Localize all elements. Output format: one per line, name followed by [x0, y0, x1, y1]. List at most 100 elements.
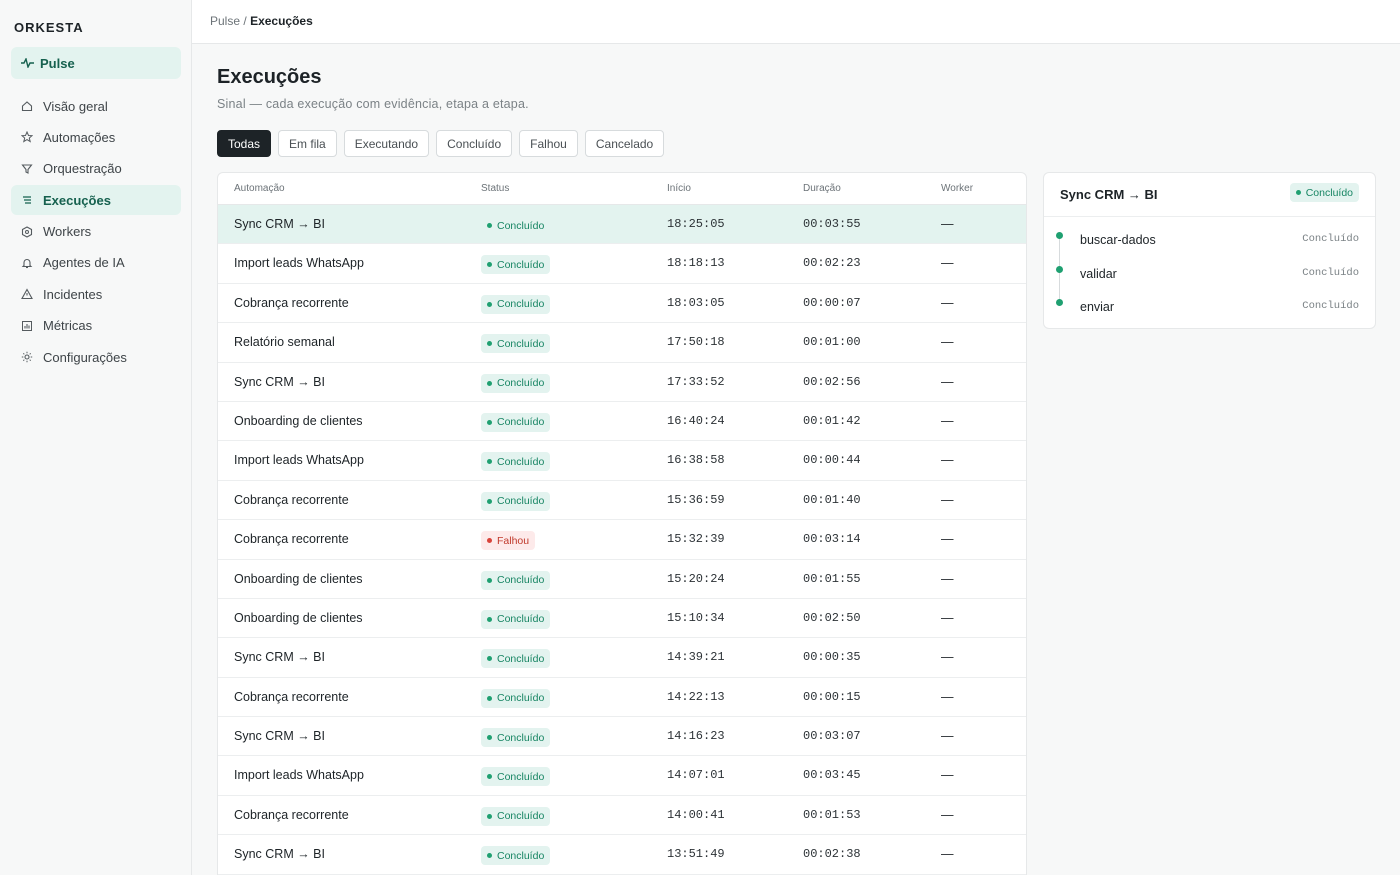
sidebar-item-orquestracao[interactable]: Orquestração [11, 154, 181, 184]
cell-status: Concluído [481, 491, 551, 511]
cell-worker: — [941, 689, 954, 704]
cell-automacao: Cobrança recorrente [234, 492, 349, 507]
status-dot-icon [487, 341, 492, 347]
filter-button[interactable]: Falhou [519, 130, 578, 157]
table-row[interactable]: Sync CRM → BI Concluído 13:51:49 00:02:38 — [218, 835, 1026, 875]
sidebar-item-visao-geral[interactable]: Visão geral [11, 91, 181, 121]
cell-inicio: 15:32:39 [667, 532, 725, 547]
filter-button[interactable]: Todas [217, 130, 272, 157]
step-item[interactable]: enviar Concluído [1044, 284, 1375, 318]
table-row[interactable]: Onboarding de clientes Concluído 15:20:24 0… [218, 560, 1026, 599]
pulse-button[interactable]: Pulse [11, 47, 181, 79]
step-name: enviar [1080, 300, 1115, 314]
status-label: Concluído [497, 337, 545, 350]
sidebar-item-label: Workers [43, 224, 92, 240]
status-badge: Concluído [481, 688, 551, 708]
status-dot-icon [1295, 190, 1301, 195]
sidebar-item-label: Execuções [43, 192, 111, 208]
star-icon [21, 131, 33, 144]
step-dot-icon [1056, 299, 1063, 306]
table-row[interactable]: Sync CRM → BI Concluído 18:25:05 00:03:55 — [218, 205, 1026, 245]
table-row[interactable]: Cobrança recorrente Concluído 14:00:41 00:0… [218, 796, 1026, 836]
table-row[interactable]: Sync CRM → BI Concluído 17:33:52 00:02:56 — [218, 363, 1026, 402]
status-dot-icon [487, 380, 492, 386]
cell-inicio: 15:36:59 [667, 492, 725, 507]
table-row[interactable]: Relatório semanal Concluído 17:50:18 00:01:… [218, 323, 1026, 363]
header-inicio[interactable]: Início [667, 183, 691, 194]
status-badge: Concluído [481, 609, 551, 629]
cell-status: Concluído [481, 846, 551, 866]
sidebar-item-label: Configurações [43, 349, 127, 365]
sidebar-item-automacoes[interactable]: Automações [11, 122, 181, 152]
filter-icon [21, 163, 33, 175]
status-dot-icon [487, 735, 492, 741]
sidebar-item-label: Orquestração [43, 161, 122, 177]
table-row[interactable]: Onboarding de clientes Concluído 16:40:24 0… [218, 402, 1026, 442]
cell-inicio: 14:00:41 [667, 807, 725, 822]
status-badge: Concluído [481, 491, 551, 511]
sidebar-item-agentes-de-ia[interactable]: Agentes de IA [11, 248, 181, 278]
table-row[interactable]: Import leads WhatsApp Concluído 16:38:58 00… [218, 441, 1026, 481]
sidebar-item-incidentes[interactable]: Incidentes [11, 279, 181, 309]
cell-worker: — [941, 256, 954, 271]
status-dot-icon [487, 498, 492, 504]
table-row[interactable]: Sync CRM → BI Concluído 14:16:23 00:03:07 — [218, 717, 1026, 757]
execution-detail-panel: Sync CRM → BI Concluído buscar-dados Conc… [1043, 172, 1376, 329]
cell-inicio: 14:16:23 [667, 729, 725, 744]
cell-automacao: Import leads WhatsApp [234, 453, 364, 468]
status-label: Concluído [497, 377, 545, 390]
cell-worker: — [941, 532, 954, 547]
header-status[interactable]: Status [481, 183, 509, 194]
table-row[interactable]: Cobrança recorrente Falhou 15:32:39 00:03:1… [218, 520, 1026, 560]
table-row[interactable]: Cobrança recorrente Concluído 15:36:59 00:0… [218, 481, 1026, 521]
header-worker[interactable]: Worker [941, 183, 973, 194]
status-label: Concluído [497, 574, 545, 587]
filter-button[interactable]: Executando [343, 130, 430, 157]
header-automacao[interactable]: Automação [234, 183, 285, 194]
sidebar-item-workers[interactable]: Workers [11, 217, 181, 247]
status-badge: Concluído [481, 216, 551, 235]
cell-worker: — [941, 217, 954, 231]
cell-worker: — [941, 807, 954, 822]
header-duracao[interactable]: Duração [803, 183, 841, 194]
step-dot-icon [1056, 265, 1063, 273]
step-item[interactable]: buscar-dados Concluído [1044, 217, 1375, 251]
cell-automacao: Cobrança recorrente [234, 689, 349, 704]
cell-automacao: Cobrança recorrente [234, 295, 349, 310]
cell-status: Concluído [481, 806, 551, 826]
filter-button[interactable]: Em fila [278, 130, 337, 157]
step-item[interactable]: validar Concluído [1044, 251, 1375, 285]
cell-automacao: Sync CRM → BI [234, 729, 325, 744]
cell-status: Concluído [481, 373, 551, 393]
cell-duracao: 00:01:53 [803, 807, 861, 822]
sidebar-item-metricas[interactable]: Métricas [11, 311, 181, 341]
filter-button[interactable]: Concluído [436, 130, 513, 157]
table-row[interactable]: Sync CRM → BI Concluído 14:39:21 00:00:35 — [218, 638, 1026, 678]
table-row[interactable]: Import leads WhatsApp Concluído 18:18:13 00… [218, 244, 1026, 284]
step-name: validar [1080, 266, 1117, 281]
cell-duracao: 00:02:23 [803, 256, 861, 271]
status-badge: Concluído [481, 373, 551, 393]
status-badge: Concluído [481, 452, 551, 472]
cell-automacao: Sync CRM → BI [234, 374, 325, 389]
cell-duracao: 00:02:56 [803, 374, 861, 389]
sidebar-item-configuracoes[interactable]: Configurações [11, 342, 181, 372]
bell-icon [21, 257, 33, 269]
table-row[interactable]: Onboarding de clientes Concluído 15:10:34 0… [218, 599, 1026, 639]
warning-icon [21, 288, 33, 300]
filter-button[interactable]: Cancelado [584, 130, 665, 157]
table-row[interactable]: Cobrança recorrente Concluído 14:22:13 00:0… [218, 678, 1026, 718]
table-row[interactable]: Import leads WhatsApp Concluído 14:07:01 00… [218, 756, 1026, 796]
sidebar-item-execucoes[interactable]: Execuções [11, 185, 181, 216]
table-row[interactable]: Cobrança recorrente Concluído 18:03:05 00:0… [218, 284, 1026, 324]
status-dot-icon [487, 459, 492, 465]
cell-duracao: 00:02:50 [803, 610, 861, 625]
cell-automacao: Import leads WhatsApp [234, 768, 364, 783]
status-dot-icon [487, 538, 492, 544]
breadcrumb-parent[interactable]: Pulse [210, 14, 240, 28]
sidebar-item-label: Incidentes [43, 286, 103, 302]
cell-automacao: Onboarding de clientes [234, 610, 363, 625]
status-badge: Concluído [481, 767, 551, 787]
cell-duracao: 00:03:07 [803, 729, 861, 744]
cell-inicio: 14:22:13 [667, 689, 725, 704]
